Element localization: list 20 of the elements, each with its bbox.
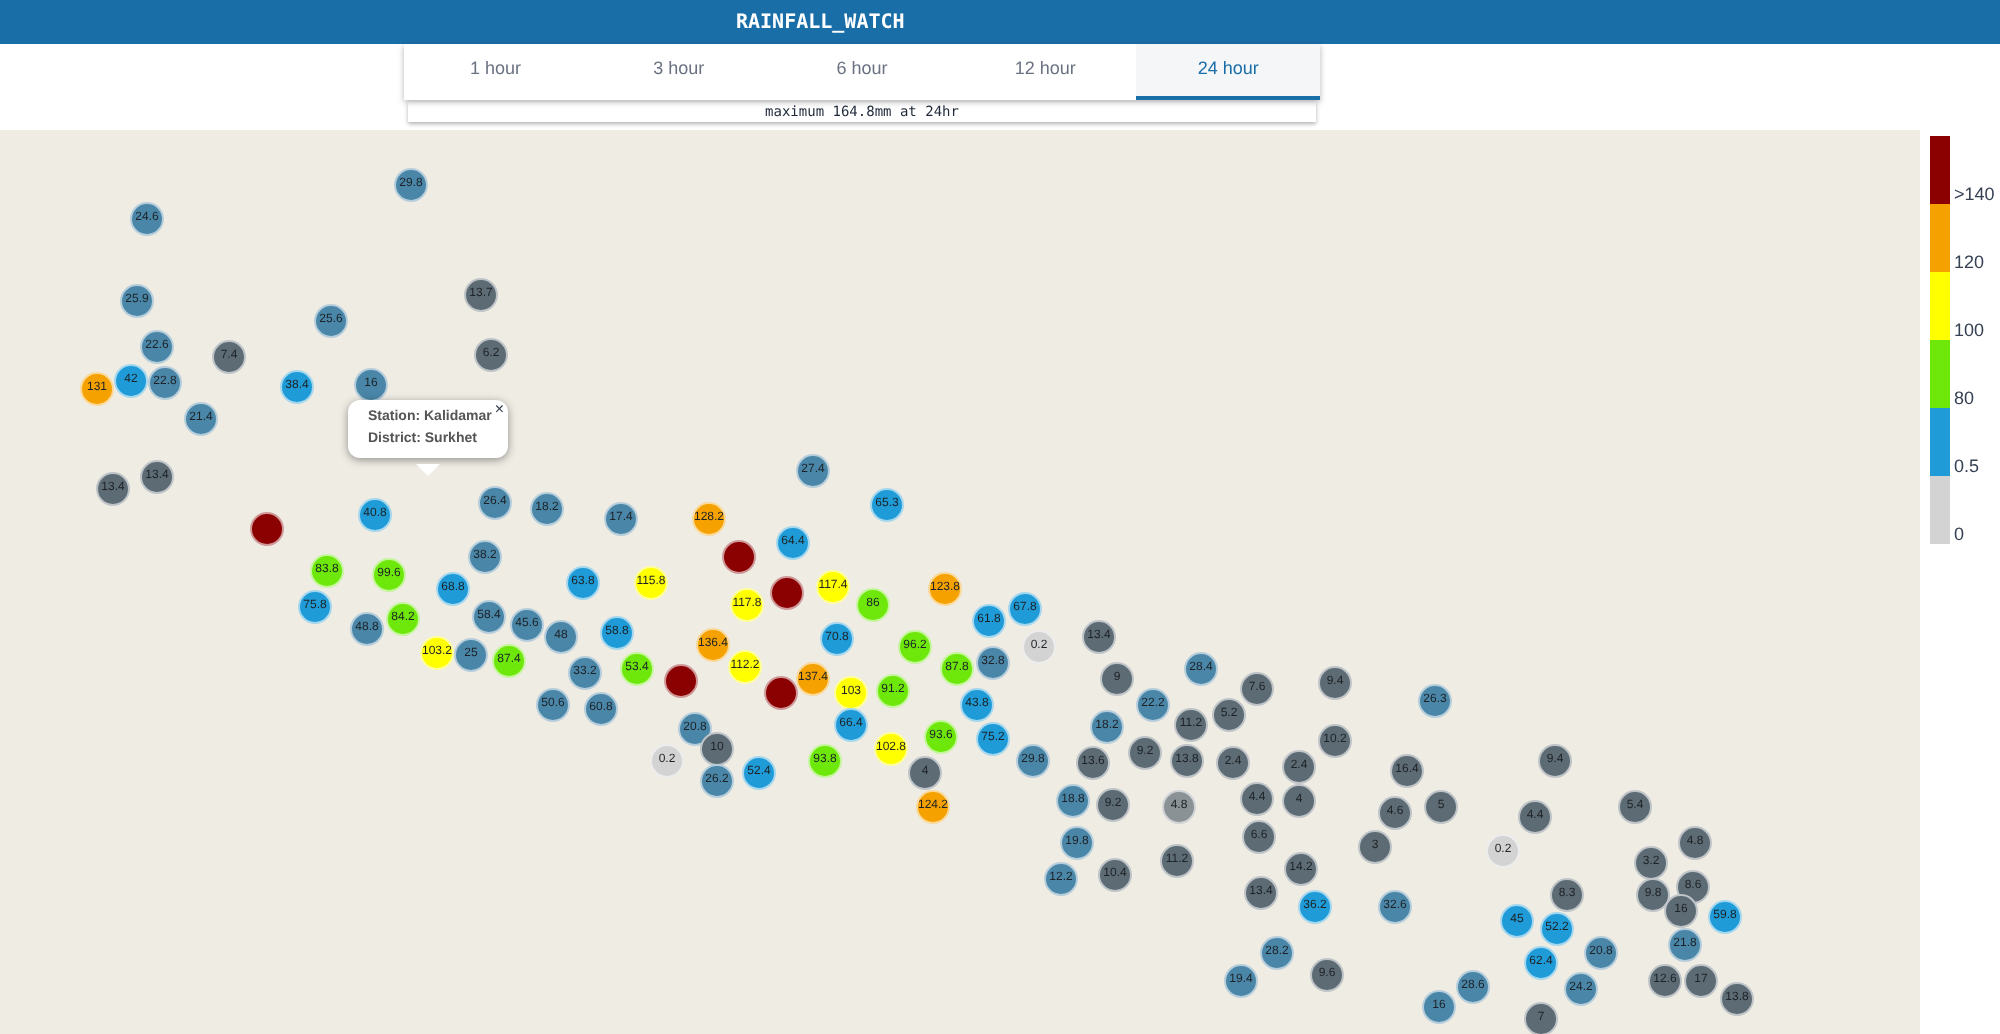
rainfall-marker[interactable] (722, 540, 756, 574)
rainfall-marker[interactable] (250, 512, 284, 546)
popup-tail-icon (416, 464, 440, 476)
legend-label: 0.5 (1954, 456, 1980, 476)
time-tab[interactable]: 24 hour (1136, 44, 1320, 100)
legend-label: >140 (1954, 184, 1995, 204)
rainfall-marker[interactable] (664, 664, 698, 698)
rainfall-marker[interactable] (764, 676, 798, 710)
time-tab[interactable]: 12 hour (953, 44, 1137, 100)
time-tab[interactable]: 1 hour (404, 44, 588, 100)
app-title: RAINFALL_WATCH (736, 9, 905, 37)
legend-label: 80 (1954, 388, 1975, 408)
legend-label: 120 (1954, 252, 1985, 272)
legend-label: 100 (1954, 320, 1985, 340)
map-background[interactable] (0, 130, 1920, 1034)
time-tab[interactable]: 3 hour (587, 44, 771, 100)
legend-label: 0 (1954, 524, 1965, 544)
time-tab[interactable]: 6 hour (770, 44, 954, 100)
close-button[interactable]: × (494, 400, 504, 420)
rainfall-marker[interactable] (770, 576, 804, 610)
